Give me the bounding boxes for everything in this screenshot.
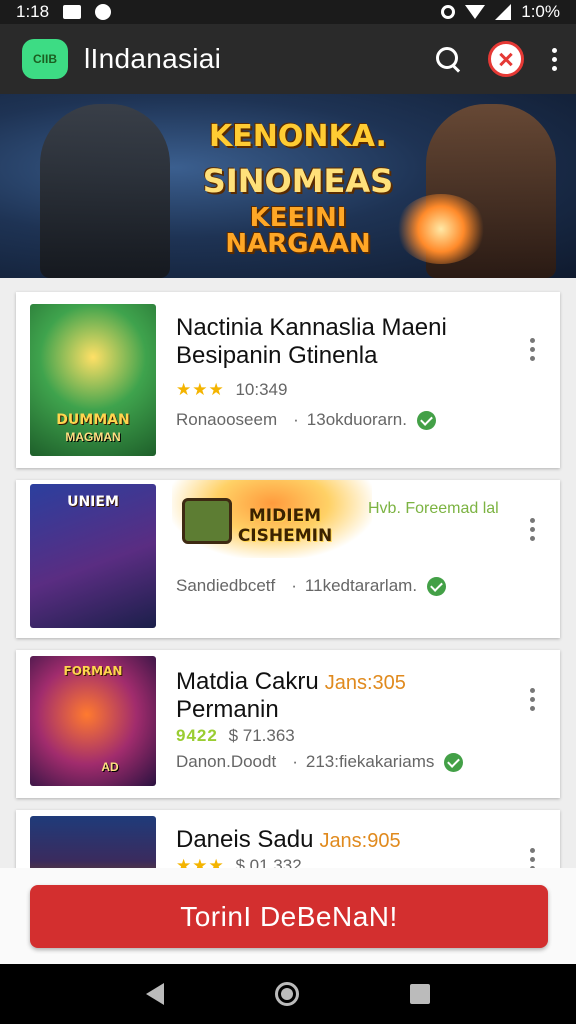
search-icon[interactable] [434,45,462,73]
banner-title-line3: KEEINI NARGAAN [225,203,371,259]
game-title: Daneis Sadu Jans:905 [176,826,401,854]
game-title: Matdia Cakru Jans:305 Permanin [176,668,406,723]
app-bar: CIIB lIndanasiai [0,24,576,94]
bottom-action-bar: TorinI DeBeNaN! [0,868,576,964]
alarm-icon [441,5,456,19]
block-icon[interactable] [488,41,524,77]
game-title-line2: Permanin [176,695,279,723]
recents-icon[interactable] [410,984,431,1004]
home-icon[interactable] [274,982,299,1006]
promo-title: MIDIEM CISHEMIN [237,506,333,546]
rating-count: $ 71.363 [228,726,295,745]
game-tag: Jans:305 [324,672,406,694]
game-rating: ★★★ 10:349 [176,380,287,400]
banner-title-line1: KENONKA. [209,119,387,154]
thumbnail-title: DUMMAN [56,412,130,428]
game-thumbnail[interactable]: DUMMAN MAGMAN [30,304,156,456]
game-publisher: Ronaooseem [176,410,278,429]
thumbnail-subtitle: MAGMAN [65,430,121,444]
game-title-line1: Matdia Cakru Jans:305 [176,668,406,695]
back-icon[interactable] [145,983,164,1005]
more-options-icon[interactable] [530,518,536,541]
thumbnail-subtitle: AD [101,760,119,774]
signal-icon [495,4,512,20]
promo-caption: Hvb. Foreemad lal [368,500,499,517]
banner-hero-left [40,104,170,278]
verified-check-icon [427,576,447,596]
game-downloads: 11kedtararlam. [304,576,418,595]
game-rating: 9422 $ 71.363 [176,726,295,746]
status-bar: 1:18 1:0% [0,0,576,24]
system-nav-bar [0,964,576,1024]
verified-check-icon [444,752,464,772]
game-thumbnail[interactable]: UNIEM [30,484,156,628]
rating-stars: 9422 [176,726,218,745]
game-publisher: Sandiedbcetf [176,576,276,595]
game-meta: Ronaooseem · 13okduorarn. [176,410,436,430]
promo-graphic[interactable]: MIDIEM CISHEMIN [172,480,372,558]
game-title: Nactinia Kannaslia Maeni Besipanin Gtine… [176,314,447,369]
battery-text: 1:0% [521,2,560,21]
game-title-line2: Besipanin Gtinenla [176,341,378,369]
verified-check-icon [416,410,436,430]
app-logo-icon: CIIB [22,39,68,79]
rating-count: 10:349 [235,380,288,399]
more-options-icon[interactable] [530,338,536,361]
thumbnail-title: FORMAN [63,664,123,678]
game-card[interactable]: FORMAN AD Matdia Cakru Jans:305 Permanin … [16,650,560,798]
game-meta: Sandiedbcetf · 11kedtararlam. [176,576,447,596]
notification-icon [63,5,82,19]
game-tag: Jans:905 [319,830,401,852]
app-title: lIndanasiai [84,43,222,74]
game-meta: Danon.Doodt · 213:fiekakariams [176,752,464,772]
cta-button[interactable]: TorinI DeBeNaN! [30,885,548,948]
android-icon [95,4,112,20]
wifi-icon [465,5,486,19]
rating-stars: ★★★ [176,380,225,399]
banner-title-line2: SINOMEAS [202,162,394,200]
game-downloads: 13okduorarn. [306,410,407,429]
game-publisher: Danon.Doodt [176,752,277,771]
thumbnail-title: UNIEM [67,494,119,510]
game-card[interactable]: DUMMAN MAGMAN Nactinia Kannaslia Maeni B… [16,292,560,468]
game-title-line1: Daneis Sadu Jans:905 [176,826,401,853]
more-options-icon[interactable] [530,688,536,711]
status-time: 1:18 [16,2,50,21]
overflow-menu-icon[interactable] [550,47,558,71]
game-title-line1: Nactinia Kannaslia Maeni [176,314,447,341]
game-thumbnail[interactable]: FORMAN AD [30,656,156,786]
game-downloads: 213:fiekakariams [305,752,435,771]
game-card[interactable]: UNIEM MIDIEM CISHEMIN Hvb. Foreemad lal … [16,480,560,638]
